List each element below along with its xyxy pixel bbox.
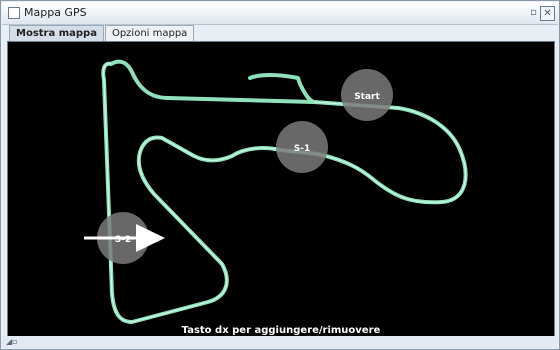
window-icon [8, 7, 20, 19]
resize-grip-icon[interactable]: ◢▫ [6, 337, 18, 346]
app-window: Mappa GPS ▫ ✕ Mostra mappa Opzioni mappa… [0, 0, 560, 350]
gps-track [101, 59, 468, 324]
title-bar[interactable]: Mappa GPS ▫ ✕ [2, 2, 558, 25]
track-map: Start S-1 S-2 [84, 59, 468, 324]
tab-opzioni-mappa[interactable]: Opzioni mappa [104, 25, 195, 41]
window-title: Mappa GPS [24, 6, 87, 19]
close-icon[interactable]: ✕ [540, 6, 555, 21]
tab-mostra-mappa[interactable]: Mostra mappa [9, 25, 104, 41]
marker-s1-label: S-1 [294, 144, 310, 154]
marker-start-label: Start [354, 92, 380, 102]
status-bar: ◢▫ [2, 336, 558, 348]
tab-bar: Mostra mappa Opzioni mappa [9, 25, 195, 41]
restore-icon[interactable]: ▫ [527, 6, 540, 19]
gps-map-canvas[interactable]: Start S-1 S-2 Tasto dx per aggiungere/ri… [7, 41, 555, 339]
